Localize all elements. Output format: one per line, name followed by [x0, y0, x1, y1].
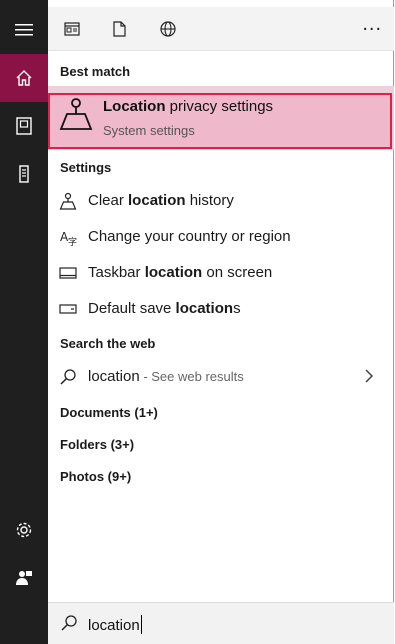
- search-icon: [58, 367, 78, 387]
- search-input[interactable]: location: [88, 615, 142, 634]
- hamburger-menu-icon: [15, 24, 33, 36]
- documents-icon: [16, 117, 32, 135]
- best-match-header: Best match: [60, 64, 131, 79]
- device-button[interactable]: [0, 150, 48, 198]
- location-settings-icon: [58, 96, 94, 137]
- web-search-row[interactable]: location - See web results: [48, 360, 394, 394]
- documents-filter-icon: [112, 21, 126, 37]
- settings-item-change-country[interactable]: A 字 Change your country or region: [48, 220, 394, 254]
- chevron-right-icon[interactable]: [364, 368, 374, 389]
- storage-icon: [58, 299, 78, 319]
- settings-item-label: Clear location history: [88, 192, 234, 209]
- group-documents[interactable]: Documents (1+): [60, 405, 158, 420]
- home-icon: [16, 70, 32, 86]
- documents-button[interactable]: [0, 102, 48, 150]
- home-button[interactable]: [0, 54, 48, 102]
- search-icon: [60, 614, 78, 637]
- left-rail: [0, 0, 48, 644]
- best-match-title: Location privacy settings: [103, 98, 274, 115]
- hamburger-menu-button[interactable]: [0, 6, 48, 54]
- settings-button[interactable]: [0, 506, 48, 554]
- web-filter-icon: [160, 21, 176, 37]
- taskbar-icon: [58, 263, 78, 283]
- group-photos[interactable]: Photos (9+): [60, 469, 131, 484]
- apps-filter-icon: [64, 22, 80, 36]
- best-match-row[interactable]: Location privacy settings System setting…: [48, 86, 394, 150]
- settings-item-clear-location-history[interactable]: Clear location history: [48, 184, 394, 218]
- device-icon: [19, 165, 29, 183]
- feedback-person-icon: [16, 571, 32, 585]
- search-results-panel: ... Best match Location privacy settings…: [48, 0, 394, 644]
- settings-item-label: Taskbar location on screen: [88, 264, 273, 281]
- settings-item-label: Change your country or region: [88, 228, 291, 245]
- search-web-header: Search the web: [60, 336, 156, 351]
- web-filter-button[interactable]: [154, 15, 182, 43]
- language-icon: A 字: [58, 227, 78, 247]
- more-options-button[interactable]: ...: [362, 13, 382, 36]
- text-caret: [140, 615, 142, 634]
- settings-item-default-save-locations[interactable]: Default save locations: [48, 292, 394, 326]
- settings-gear-icon: [16, 522, 32, 538]
- settings-item-label: Default save locations: [88, 300, 241, 317]
- feedback-button[interactable]: [0, 554, 48, 602]
- apps-filter-button[interactable]: [58, 15, 86, 43]
- settings-item-taskbar-location[interactable]: Taskbar location on screen: [48, 256, 394, 290]
- search-box[interactable]: location: [48, 602, 394, 644]
- settings-header: Settings: [60, 160, 112, 175]
- group-folders[interactable]: Folders (3+): [60, 437, 134, 452]
- filter-toolbar: ...: [48, 7, 394, 51]
- location-pin-icon: [58, 191, 78, 211]
- best-match-subtitle: System settings: [103, 123, 195, 138]
- web-search-label: location - See web results: [88, 368, 244, 385]
- documents-filter-button[interactable]: [105, 15, 133, 43]
- svg-text:字: 字: [68, 236, 77, 246]
